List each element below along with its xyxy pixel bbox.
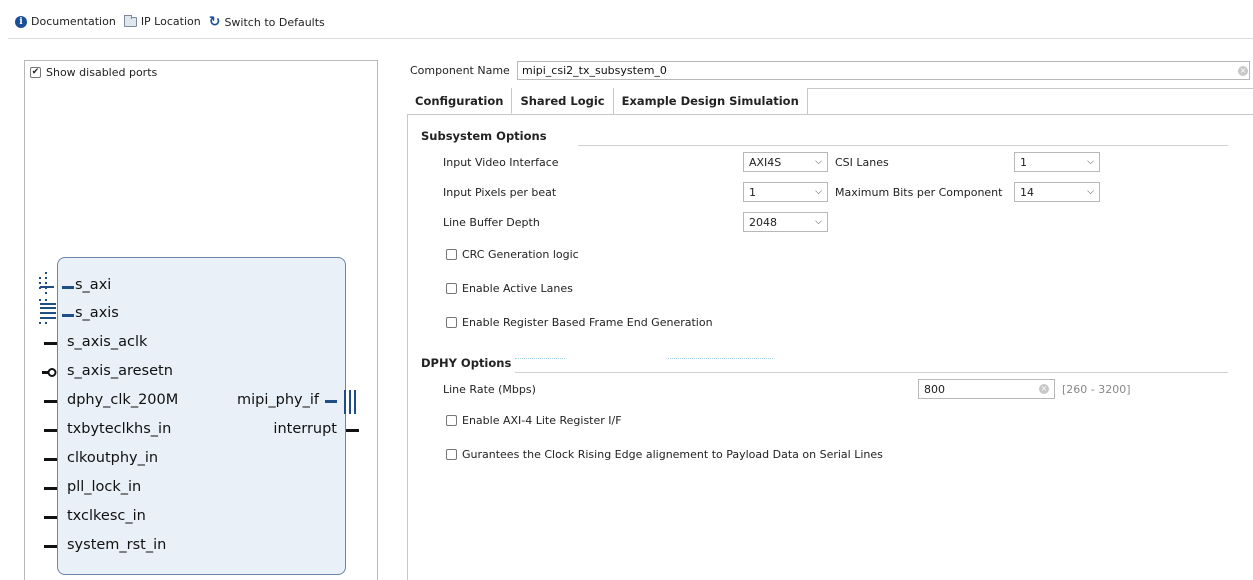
crc-generation-checkbox[interactable]: CRC Generation logic [446,248,579,261]
line-rate-range: [260 - 3200] [1062,383,1131,396]
checkbox-unchecked-icon [446,283,457,294]
info-icon: i [15,15,27,28]
port-connector [44,545,57,548]
input-video-interface-value: AXI4S [749,155,782,169]
port-s-axi: s_axi [75,277,112,293]
ip-location-label: IP Location [140,15,201,28]
clear-icon[interactable]: × [1238,66,1248,76]
port-pll-lock-in: pll_lock_in [67,479,142,495]
line-buffer-depth-select[interactable]: 2048 ⌵ [743,212,828,232]
csi-lanes-select[interactable]: 1 ⌵ [1014,152,1100,172]
register-frame-end-label: Enable Register Based Frame End Generati… [462,316,713,329]
port-connector [44,342,57,345]
active-low-port-icon [42,368,57,377]
port-dphy-clk-200m: dphy_clk_200M [67,392,179,408]
chevron-down-icon: ⌵ [815,157,822,167]
chevron-down-icon: ⌵ [815,217,822,227]
chevron-down-icon: ⌵ [815,187,822,197]
clock-rising-edge-label: Gurantees the Clock Rising Edge aligneme… [462,448,883,461]
switch-to-defaults-button[interactable]: ↻ Switch to Defaults [209,15,325,29]
show-disabled-ports-label: Show disabled ports [46,66,158,79]
crc-generation-label: CRC Generation logic [462,248,579,261]
checkbox-checked-icon: ✔ [30,67,41,78]
port-txbyteclkhs-in: txbyteclkhs_in [67,421,172,437]
port-connector [44,487,57,490]
switch-to-defaults-label: Switch to Defaults [224,15,325,29]
tab-bar: Configuration Shared Logic Example Desig… [407,88,808,114]
axi-lite-checkbox[interactable]: Enable AXI-4 Lite Register I/F [446,414,622,427]
port-connector [44,429,57,432]
tab-shared-logic[interactable]: Shared Logic [512,88,614,114]
register-frame-end-checkbox[interactable]: Enable Register Based Frame End Generati… [446,316,713,329]
chevron-down-icon: ⌵ [1087,187,1094,197]
enable-active-lanes-label: Enable Active Lanes [462,282,573,295]
subsystem-options-title: Subsystem Options [421,129,547,143]
folder-icon [123,14,137,27]
clear-icon[interactable]: × [1039,384,1049,394]
interface-bus-icon [39,272,56,324]
input-video-interface-label: Input Video Interface [443,156,559,169]
port-connector [62,286,74,289]
port-connector [44,516,57,519]
checkbox-unchecked-icon [446,415,457,426]
axi-lite-label: Enable AXI-4 Lite Register I/F [462,414,622,427]
checkbox-unchecked-icon [446,249,457,260]
max-bits-per-component-label: Maximum Bits per Component [835,186,1003,199]
bus-port-icon [344,390,356,414]
dphy-options-title: DPHY Options [421,356,512,370]
component-name-label: Component Name [410,64,510,77]
port-connector [62,314,74,317]
line-buffer-depth-label: Line Buffer Depth [443,216,540,229]
line-buffer-depth-value: 2048 [749,215,777,229]
max-bits-per-component-select[interactable]: 14 ⌵ [1014,182,1100,202]
port-txclkesc-in: txclkesc_in [67,508,146,524]
documentation-label: Documentation [31,15,116,28]
component-name-input[interactable]: mipi_csi2_tx_subsystem_0 [517,61,1250,80]
tab-configuration[interactable]: Configuration [407,88,513,114]
refresh-icon: ↻ [208,14,221,30]
port-system-rst-in: system_rst_in [67,537,167,553]
port-connector [44,458,57,461]
section-divider [515,372,1228,373]
csi-lanes-value: 1 [1020,155,1027,169]
toolbar: i Documentation IP Location ↻ Switch to … [0,0,1253,38]
port-s-axis: s_axis [75,305,119,321]
toolbar-divider [8,38,1253,39]
enable-active-lanes-checkbox[interactable]: Enable Active Lanes [446,282,573,295]
tab-example-design-simulation[interactable]: Example Design Simulation [613,88,808,114]
chevron-down-icon: ⌵ [1087,157,1094,167]
port-mipi-phy-if: mipi_phy_if [237,392,319,408]
port-connector [44,400,57,403]
port-clkoutphy-in: clkoutphy_in [67,450,159,466]
decorative-dots [668,358,773,359]
input-pixels-per-beat-select[interactable]: 1 ⌵ [743,182,828,202]
input-pixels-per-beat-value: 1 [749,185,756,199]
port-connector [325,400,337,403]
section-divider [578,145,1228,146]
show-disabled-ports-checkbox[interactable]: ✔ Show disabled ports [30,66,157,79]
line-rate-label: Line Rate (Mbps) [443,383,536,396]
port-s-axis-aclk: s_axis_aclk [67,334,148,350]
tab-divider [407,114,1253,115]
documentation-button[interactable]: i Documentation [15,15,116,28]
line-rate-input[interactable]: 800 [918,379,1055,399]
input-video-interface-select[interactable]: AXI4S ⌵ [743,152,828,172]
port-interrupt: interrupt [273,421,337,437]
port-connector [346,429,359,432]
checkbox-unchecked-icon [446,317,457,328]
checkbox-unchecked-icon [446,449,457,460]
input-pixels-per-beat-label: Input Pixels per beat [443,186,557,199]
clock-rising-edge-checkbox[interactable]: Gurantees the Clock Rising Edge aligneme… [446,448,883,461]
max-bits-per-component-value: 14 [1020,185,1034,199]
csi-lanes-label: CSI Lanes [835,156,889,169]
ip-location-button[interactable]: IP Location [123,14,201,28]
port-s-axis-aresetn: s_axis_aresetn [67,363,173,379]
decorative-dots [515,358,565,359]
